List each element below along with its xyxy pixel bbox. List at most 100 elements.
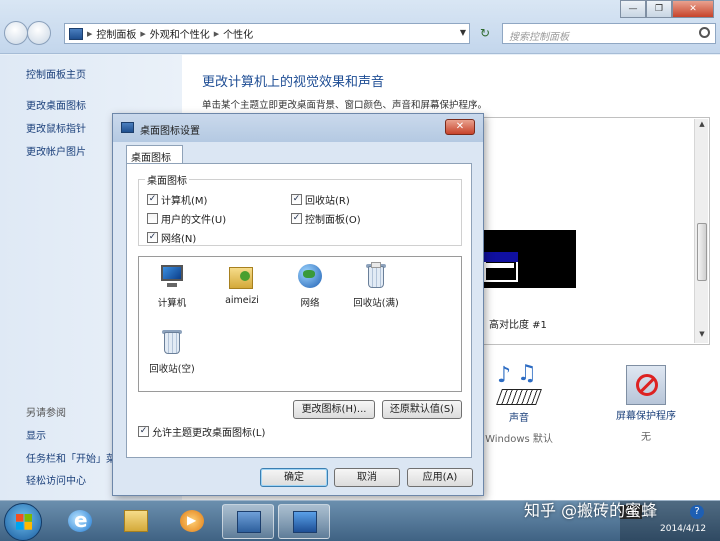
icon-item-computer[interactable]: 计算机 bbox=[141, 263, 203, 309]
search-input[interactable]: 搜索控制面板 bbox=[502, 23, 716, 44]
address-dropdown-icon[interactable]: ▼ bbox=[460, 28, 466, 37]
watermark: 知乎 @搬砖的蜜蜂 bbox=[524, 501, 658, 520]
nav-taskbar-start-menu[interactable]: 任务栏和「开始」菜单 bbox=[26, 450, 126, 465]
checkbox-box[interactable]: ✓ bbox=[138, 426, 149, 437]
sound-label[interactable]: 声音 bbox=[482, 409, 556, 424]
checkbox-allow-themes[interactable]: ✓ 允许主题更改桌面图标(L) bbox=[138, 424, 265, 439]
theme-list[interactable]: 高对比度 #1 ▲ ▼ bbox=[482, 117, 710, 345]
restore-default-button[interactable]: 还原默认值(S) bbox=[382, 400, 462, 419]
help-icon[interactable]: ? bbox=[690, 505, 704, 519]
taskbar-internet-explorer[interactable] bbox=[54, 504, 106, 539]
nav-display[interactable]: 显示 bbox=[26, 427, 46, 442]
desktop-icon-settings-dialog: 桌面图标设置 ✕ 桌面图标 桌面图标 ✓ 计算机(M) ✓ 回收站(R) 用户的… bbox=[112, 113, 484, 496]
caption-buttons: — ❐ ✕ bbox=[620, 0, 714, 18]
refresh-icon[interactable]: ↻ bbox=[474, 23, 496, 44]
recycle-bin-full-icon bbox=[361, 262, 391, 291]
scroll-up-icon[interactable]: ▲ bbox=[696, 120, 708, 132]
sound-value: Windows 默认 bbox=[485, 434, 553, 445]
sound-icon: ♪ ♫ bbox=[495, 361, 543, 407]
internet-explorer-icon bbox=[68, 508, 92, 532]
icon-item-label: 回收站(满) bbox=[353, 298, 399, 309]
cancel-button[interactable]: 取消 bbox=[334, 468, 400, 487]
checkbox-recycle-bin[interactable]: ✓ 回收站(R) bbox=[291, 192, 350, 207]
theme-label[interactable]: 高对比度 #1 bbox=[489, 316, 547, 331]
icon-item-label: 计算机 bbox=[157, 298, 187, 309]
screensaver-label[interactable]: 屏幕保护程序 bbox=[606, 407, 686, 422]
apply-button[interactable]: 应用(A) bbox=[407, 468, 473, 487]
nav-change-desktop-icons[interactable]: 更改桌面图标 bbox=[26, 97, 86, 112]
forward-button[interactable] bbox=[27, 21, 51, 45]
music-note-icon: ♫ bbox=[517, 361, 537, 386]
scroll-thumb[interactable] bbox=[697, 223, 707, 281]
address-bar[interactable]: ▶ 控制面板 ▶ 外观和个性化 ▶ 个性化 ▼ bbox=[64, 23, 470, 44]
screensaver-icon bbox=[626, 365, 666, 405]
nav-ease-of-access[interactable]: 轻松访问中心 bbox=[26, 472, 86, 487]
checkbox-box[interactable]: ✓ bbox=[147, 194, 158, 205]
tab-panel: 桌面图标 ✓ 计算机(M) ✓ 回收站(R) 用户的文件(U) ✓ 控制面板(O… bbox=[126, 163, 472, 458]
checkbox-box[interactable]: ✓ bbox=[147, 232, 158, 243]
control-panel-icon bbox=[69, 27, 83, 40]
scroll-down-icon[interactable]: ▼ bbox=[696, 330, 708, 342]
dialog-titlebar[interactable]: 桌面图标设置 ✕ bbox=[113, 114, 483, 142]
icon-item-user-folder[interactable]: aimeizi bbox=[211, 263, 273, 306]
display-settings-icon bbox=[293, 511, 317, 533]
desktop-icon-list[interactable]: 计算机 aimeizi 网络 回收站(满) 回收站(空) bbox=[138, 256, 462, 392]
theme-list-scrollbar[interactable]: ▲ ▼ bbox=[694, 119, 708, 343]
computer-icon bbox=[157, 263, 187, 291]
maximize-button[interactable]: ❐ bbox=[646, 0, 672, 18]
checkbox-label: 用户的文件(U) bbox=[161, 215, 227, 226]
see-also-heading: 另请参阅 bbox=[26, 408, 66, 419]
sound-setting[interactable]: ♪ ♫ 声音 Windows 默认 bbox=[482, 361, 556, 445]
checkbox-user-files[interactable]: 用户的文件(U) bbox=[147, 211, 226, 226]
close-button[interactable]: ✕ bbox=[672, 0, 714, 18]
checkbox-control-panel[interactable]: ✓ 控制面板(O) bbox=[291, 211, 361, 226]
checkbox-box[interactable]: ✓ bbox=[291, 213, 302, 224]
icon-item-recycle-bin-empty[interactable]: 回收站(空) bbox=[141, 329, 203, 375]
checkbox-computer[interactable]: ✓ 计算机(M) bbox=[147, 192, 207, 207]
theme-preview-line bbox=[486, 263, 514, 268]
nav-control-panel-home[interactable]: 控制面板主页 bbox=[26, 66, 86, 81]
theme-preview-high-contrast[interactable] bbox=[484, 230, 576, 288]
minimize-button[interactable]: — bbox=[620, 0, 646, 18]
checkbox-label: 计算机(M) bbox=[161, 196, 208, 207]
checkbox-network[interactable]: ✓ 网络(N) bbox=[147, 230, 196, 245]
recycle-bin-empty-icon bbox=[157, 329, 187, 357]
explorer-toolbar: ▶ 控制面板 ▶ 外观和个性化 ▶ 个性化 ▼ ↻ 搜索控制面板 — ❐ ✕ bbox=[0, 0, 720, 54]
checkbox-label: 网络(N) bbox=[161, 234, 197, 245]
no-sign-icon bbox=[636, 374, 658, 396]
desktop-icons-group: 桌面图标 ✓ 计算机(M) ✓ 回收站(R) 用户的文件(U) ✓ 控制面板(O… bbox=[138, 172, 462, 246]
search-placeholder: 搜索控制面板 bbox=[509, 32, 569, 43]
breadcrumb-control-panel[interactable]: 控制面板 bbox=[96, 26, 136, 41]
tab-desktop-icons[interactable]: 桌面图标 bbox=[126, 145, 183, 164]
taskbar-media-player[interactable] bbox=[166, 504, 218, 539]
change-icon-button[interactable]: 更改图标(H)... bbox=[293, 400, 375, 419]
ok-button[interactable]: 确定 bbox=[260, 468, 328, 487]
folder-icon bbox=[124, 510, 148, 532]
nav-change-account-picture[interactable]: 更改帐户图片 bbox=[26, 143, 86, 158]
screensaver-setting[interactable]: 屏幕保护程序 无 bbox=[606, 365, 686, 443]
checkbox-label: 控制面板(O) bbox=[305, 215, 361, 226]
group-title: 桌面图标 bbox=[145, 172, 189, 187]
checkbox-box[interactable]: ✓ bbox=[291, 194, 302, 205]
icon-item-label: aimeizi bbox=[225, 295, 259, 306]
icon-item-recycle-bin-full[interactable]: 回收站(满) bbox=[345, 262, 407, 309]
clock-date[interactable]: 2014/4/12 bbox=[660, 524, 706, 534]
dialog-close-button[interactable]: ✕ bbox=[445, 119, 475, 135]
back-button[interactable] bbox=[4, 21, 28, 45]
media-player-icon bbox=[180, 510, 204, 532]
breadcrumb-personalization[interactable]: 个性化 bbox=[223, 26, 253, 41]
search-icon[interactable] bbox=[699, 27, 710, 38]
network-icon bbox=[295, 263, 325, 291]
breadcrumb-appearance[interactable]: 外观和个性化 bbox=[150, 26, 210, 41]
taskbar-explorer[interactable] bbox=[110, 504, 162, 539]
taskbar-control-panel[interactable] bbox=[222, 504, 274, 539]
page-title: 更改计算机上的视觉效果和声音 bbox=[202, 75, 385, 90]
keyboard-icon bbox=[496, 389, 542, 405]
breadcrumb-separator-icon: ▶ bbox=[87, 29, 93, 38]
nav-change-mouse-pointers[interactable]: 更改鼠标指针 bbox=[26, 120, 86, 135]
checkbox-box[interactable] bbox=[147, 213, 158, 224]
breadcrumb-separator-icon: ▶ bbox=[213, 29, 220, 38]
taskbar-desktop-icon-settings[interactable] bbox=[278, 504, 330, 539]
icon-item-network[interactable]: 网络 bbox=[279, 263, 341, 309]
start-button[interactable] bbox=[4, 503, 42, 541]
